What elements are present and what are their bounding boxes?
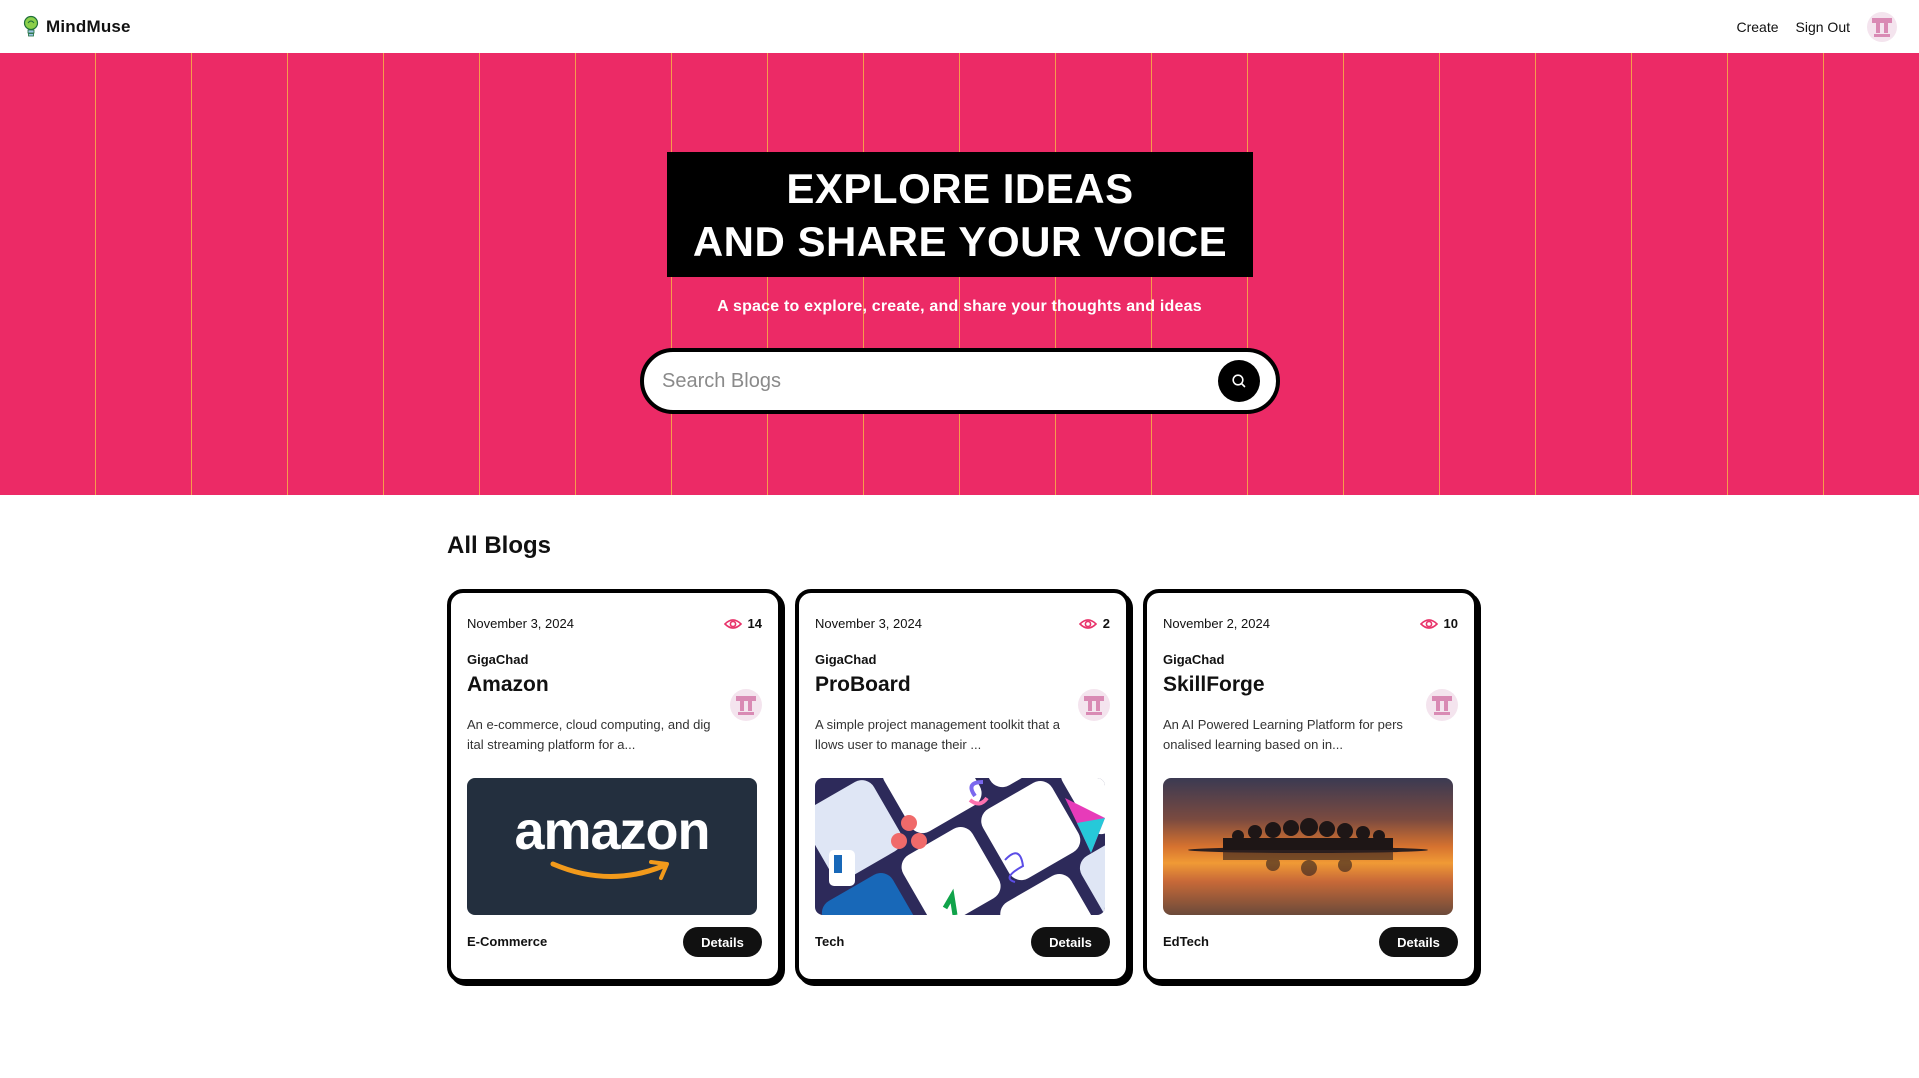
blog-list: November 3, 2024 14 GigaChad Amazon An e…: [447, 589, 1478, 983]
amazon-smile-icon: [550, 859, 669, 880]
hero-title-line2: AND SHARE YOUR VOICE: [692, 218, 1228, 265]
eye-icon: [1419, 618, 1438, 629]
lightbulb-icon: [23, 15, 39, 36]
hero-banner: EXPLORE IDEAS AND SHARE YOUR VOICE A spa…: [0, 53, 1919, 495]
blog-description: A simple project management toolkit that…: [815, 717, 1060, 752]
avatar-icon: [736, 696, 756, 715]
sign-out-link[interactable]: Sign Out: [1796, 19, 1850, 35]
view-count: 14: [723, 616, 762, 631]
blog-author[interactable]: GigaChad: [467, 652, 528, 667]
sunset-island-image: [1188, 818, 1428, 876]
view-count-value: 14: [747, 616, 762, 631]
blog-image: amazon: [467, 778, 757, 915]
hero-title: EXPLORE IDEAS AND SHARE YOUR VOICE: [667, 152, 1253, 277]
hero-title-line1: EXPLORE IDEAS: [786, 165, 1134, 212]
blog-title[interactable]: Amazon: [467, 673, 549, 697]
brand[interactable]: MindMuse: [22, 15, 131, 39]
search-input[interactable]: [662, 369, 1218, 393]
search-icon: [1232, 374, 1246, 388]
blog-title[interactable]: ProBoard: [815, 673, 911, 697]
author-avatar[interactable]: [1078, 689, 1110, 721]
nav-actions: Create Sign Out: [1736, 11, 1897, 42]
blog-date: November 3, 2024: [467, 616, 574, 631]
blog-author[interactable]: GigaChad: [1163, 652, 1224, 667]
amazon-logo-text: amazon: [514, 800, 710, 861]
view-count: 2: [1078, 616, 1110, 631]
top-nav: MindMuse Create Sign Out: [0, 0, 1919, 53]
blog-date: November 2, 2024: [1163, 616, 1270, 631]
blog-title[interactable]: SkillForge: [1163, 673, 1265, 697]
user-avatar[interactable]: [1867, 11, 1897, 42]
author-avatar[interactable]: [1426, 689, 1458, 721]
blog-category: Tech: [815, 934, 845, 949]
brand-name: MindMuse: [46, 16, 131, 36]
eye-icon: [1078, 618, 1097, 629]
author-avatar[interactable]: [730, 689, 762, 721]
view-count-value: 2: [1102, 616, 1110, 631]
details-button[interactable]: Details: [683, 927, 762, 957]
blog-card: November 3, 2024 14 GigaChad Amazon An e…: [447, 589, 782, 983]
view-count: 10: [1419, 616, 1458, 631]
details-button[interactable]: Details: [1031, 927, 1110, 957]
view-count-value: 10: [1443, 616, 1458, 631]
search-button[interactable]: [1218, 360, 1260, 402]
eye-icon: [723, 618, 742, 629]
search-bar: [640, 348, 1280, 414]
avatar-icon: [1432, 696, 1452, 715]
blog-image: [815, 778, 1105, 915]
avatar-icon: [1872, 17, 1892, 37]
blog-description: An e-commerce, cloud computing, and digi…: [467, 717, 711, 752]
blog-author[interactable]: GigaChad: [815, 652, 876, 667]
blog-image: [1163, 778, 1453, 915]
section-title: All Blogs: [447, 532, 552, 559]
details-button[interactable]: Details: [1379, 927, 1458, 957]
blog-category: E-Commerce: [467, 934, 548, 949]
hero-subtitle: A space to explore, create, and share yo…: [717, 298, 1202, 315]
app-icons-collage: [815, 778, 1105, 915]
create-link[interactable]: Create: [1736, 19, 1778, 35]
blog-date: November 3, 2024: [815, 616, 922, 631]
blog-description: An AI Powered Learning Platform for pers…: [1163, 717, 1403, 752]
blog-card: November 3, 2024 2 GigaChad ProBoard A s…: [795, 589, 1130, 983]
blog-category: EdTech: [1163, 934, 1209, 949]
blog-card: November 2, 2024 10 GigaChad SkillForge …: [1143, 589, 1478, 983]
avatar-icon: [1084, 696, 1104, 715]
